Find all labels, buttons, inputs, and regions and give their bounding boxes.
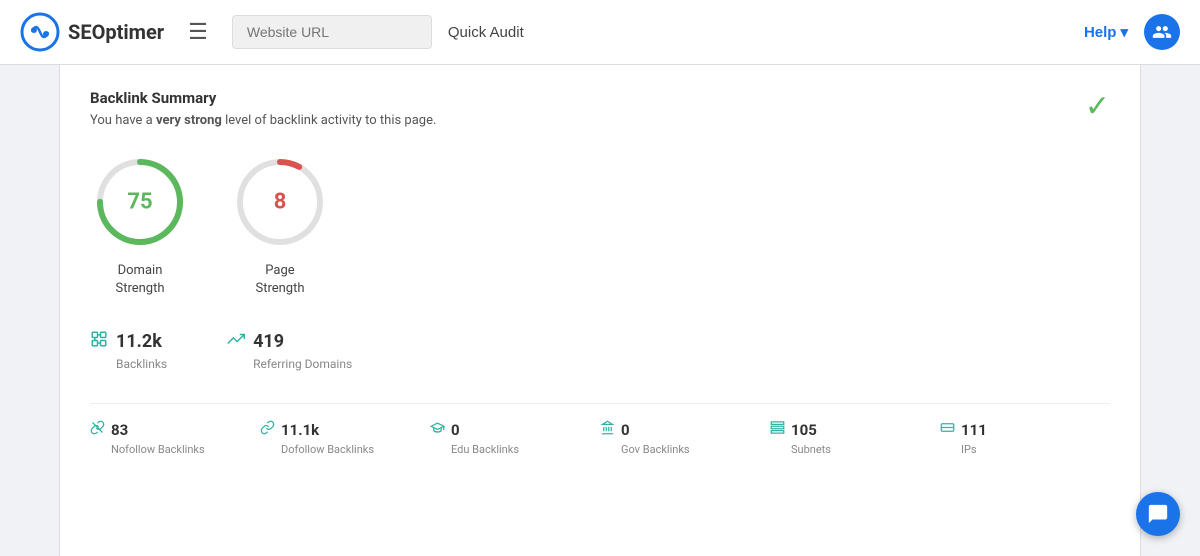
nofollow-value: 83 — [111, 421, 128, 439]
stats-row: 11.2k Backlinks 419 Referring Domains — [90, 330, 1110, 371]
ips-stat: 111 IPs — [940, 420, 1110, 456]
page-label-line2: Strength — [255, 281, 304, 296]
help-chevron-icon: ▾ — [1120, 23, 1128, 41]
page-strength-value: 8 — [274, 190, 287, 215]
subtitle-pre: You have a — [90, 113, 156, 128]
help-label: Help — [1084, 24, 1117, 41]
page-label-line1: Page — [265, 263, 294, 278]
nofollow-icon — [90, 420, 105, 439]
main-layout: Backlink Summary You have a very strong … — [0, 65, 1200, 556]
subnets-value: 105 — [791, 421, 817, 439]
edu-label: Edu Backlinks — [451, 443, 519, 456]
users-svg — [1152, 22, 1172, 42]
backlinks-value: 11.2k — [116, 331, 162, 352]
chat-bubble-button[interactable] — [1136, 492, 1180, 536]
nofollow-stat: 83 Nofollow Backlinks — [90, 420, 260, 456]
url-input[interactable] — [232, 15, 432, 49]
user-avatar-icon[interactable] — [1144, 14, 1180, 50]
backlinks-label: Backlinks — [116, 357, 167, 371]
domain-label-line2: Strength — [115, 281, 164, 296]
backlinks-stat: 11.2k Backlinks — [90, 330, 167, 371]
subnets-stat-top: 105 — [770, 420, 817, 439]
referring-domains-stat: 419 Referring Domains — [227, 330, 352, 371]
bottom-stats-row: 83 Nofollow Backlinks 11.1k Dofollow Bac… — [90, 403, 1110, 456]
page-strength-label: Page Strength — [255, 262, 304, 298]
domain-strength-item: 75 Domain Strength — [90, 152, 190, 298]
backlinks-stat-top: 11.2k — [90, 330, 162, 353]
section-title: Backlink Summary — [90, 89, 1110, 107]
gov-value: 0 — [621, 421, 630, 439]
logo-area: SEOptimer — [20, 12, 164, 52]
gov-icon — [600, 420, 615, 439]
dofollow-stat: 11.1k Dofollow Backlinks — [260, 420, 430, 456]
domain-strength-value: 75 — [127, 190, 152, 215]
page-strength-meter: 8 — [230, 152, 330, 252]
dofollow-value: 11.1k — [281, 421, 319, 439]
ips-icon — [940, 420, 955, 439]
domain-label-line1: Domain — [118, 263, 163, 278]
quick-audit-button[interactable]: Quick Audit — [448, 24, 524, 41]
ips-label: IPs — [961, 443, 977, 456]
section-subtitle: You have a very strong level of backlink… — [90, 113, 1110, 128]
subnets-stat: 105 Subnets — [770, 420, 940, 456]
seoptimer-logo-icon — [20, 12, 60, 52]
dofollow-label: Dofollow Backlinks — [281, 443, 374, 456]
nofollow-label: Nofollow Backlinks — [111, 443, 205, 456]
referring-domains-stat-top: 419 — [227, 330, 284, 353]
page-strength-item: 8 Page Strength — [230, 152, 330, 298]
right-sidebar — [1140, 65, 1200, 556]
chat-icon — [1147, 503, 1169, 525]
strength-row: 75 Domain Strength 8 Pa — [90, 152, 1110, 298]
referring-domains-icon — [227, 330, 245, 353]
edu-icon — [430, 420, 445, 439]
header: SEOptimer ☰ Quick Audit Help ▾ — [0, 0, 1200, 65]
nofollow-stat-top: 83 — [90, 420, 128, 439]
referring-domains-label: Referring Domains — [253, 357, 352, 371]
checkmark-icon: ✓ — [1085, 89, 1110, 124]
referring-domains-value: 419 — [253, 331, 284, 352]
subnets-label: Subnets — [791, 443, 831, 456]
gov-stat: 0 Gov Backlinks — [600, 420, 770, 456]
domain-strength-meter: 75 — [90, 152, 190, 252]
subtitle-strong: very strong — [156, 113, 222, 128]
edu-stat: 0 Edu Backlinks — [430, 420, 600, 456]
dofollow-icon — [260, 420, 275, 439]
edu-stat-top: 0 — [430, 420, 460, 439]
dofollow-stat-top: 11.1k — [260, 420, 319, 439]
backlinks-icon — [90, 330, 108, 353]
ips-stat-top: 111 — [940, 420, 987, 439]
ips-value: 111 — [961, 421, 987, 439]
left-sidebar — [0, 65, 60, 556]
logo-text: SEOptimer — [68, 20, 164, 44]
edu-value: 0 — [451, 421, 460, 439]
subtitle-post: level of backlink activity to this page. — [222, 113, 437, 128]
help-button[interactable]: Help ▾ — [1084, 23, 1128, 41]
hamburger-menu-icon[interactable]: ☰ — [188, 20, 208, 45]
gov-label: Gov Backlinks — [621, 443, 690, 456]
gov-stat-top: 0 — [600, 420, 630, 439]
content-area: Backlink Summary You have a very strong … — [60, 65, 1140, 556]
domain-strength-label: Domain Strength — [115, 262, 164, 298]
subnets-icon — [770, 420, 785, 439]
